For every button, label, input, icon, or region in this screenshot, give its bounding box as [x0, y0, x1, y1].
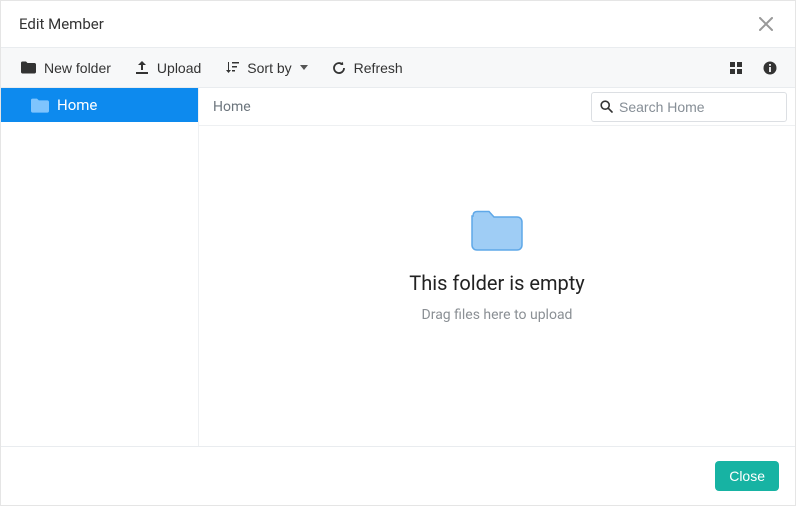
close-icon[interactable]	[755, 15, 777, 33]
path-row: Home	[199, 88, 795, 126]
info-icon	[763, 61, 777, 75]
upload-icon	[135, 60, 149, 75]
upload-button[interactable]: Upload	[125, 54, 211, 82]
sort-icon	[225, 61, 239, 74]
info-button[interactable]	[755, 55, 785, 81]
new-folder-label: New folder	[44, 60, 111, 76]
dialog-title: Edit Member	[19, 15, 104, 33]
refresh-label: Refresh	[354, 60, 403, 76]
sort-by-label: Sort by	[247, 60, 291, 76]
empty-folder-icon	[471, 209, 523, 253]
new-folder-button[interactable]: New folder	[11, 54, 121, 82]
drop-zone[interactable]: This folder is empty Drag files here to …	[199, 126, 795, 446]
upload-label: Upload	[157, 60, 201, 76]
refresh-icon	[332, 61, 346, 75]
search-input[interactable]	[619, 99, 796, 115]
close-button[interactable]: Close	[715, 461, 779, 491]
content-area: Home Home This folder is empty Drag file…	[1, 88, 795, 447]
search-icon	[600, 100, 613, 113]
caret-down-icon	[300, 65, 308, 70]
grid-view-button[interactable]	[721, 55, 751, 81]
empty-state-title: This folder is empty	[409, 271, 584, 295]
folder-icon	[31, 98, 49, 113]
dialog-header: Edit Member	[1, 1, 795, 48]
grid-icon	[729, 61, 743, 75]
dialog-footer: Close	[1, 447, 795, 505]
empty-state-subtitle: Drag files here to upload	[422, 307, 573, 323]
file-toolbar: New folder Upload Sort by Refresh	[1, 48, 795, 88]
refresh-button[interactable]: Refresh	[322, 54, 413, 82]
search-box[interactable]	[591, 92, 787, 122]
breadcrumb[interactable]: Home	[199, 99, 591, 115]
folder-tree: Home	[1, 88, 199, 446]
sidebar-item-home[interactable]: Home	[1, 88, 198, 122]
edit-member-dialog: Edit Member New folder Upload Sort by	[0, 0, 796, 506]
main-panel: Home This folder is empty Drag files her…	[199, 88, 795, 446]
folder-icon	[21, 61, 36, 74]
sort-by-button[interactable]: Sort by	[215, 54, 317, 82]
sidebar-item-label: Home	[57, 96, 97, 114]
